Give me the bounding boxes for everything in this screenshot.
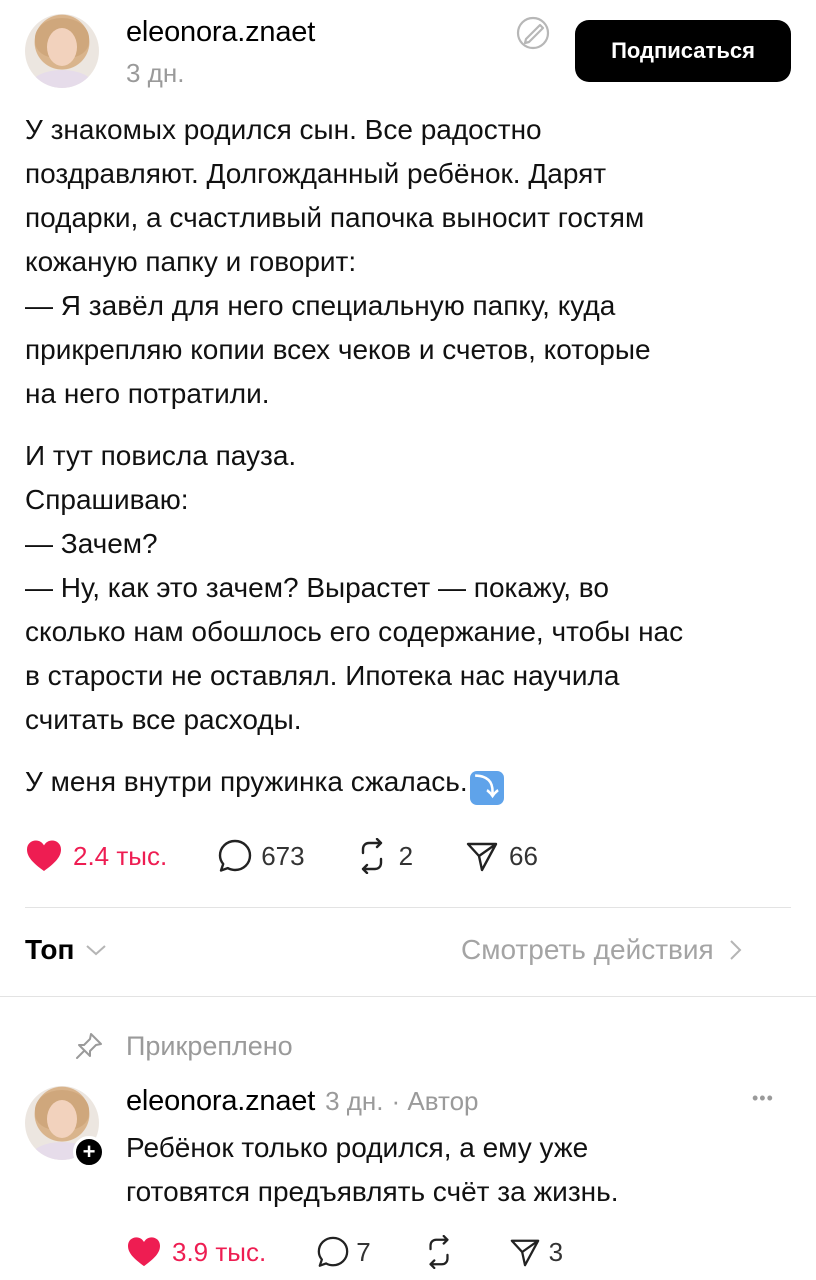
comment-reply-count: 7 — [356, 1236, 371, 1267]
post-paragraph-1: У знакомых родился сын. Все радостно поз… — [25, 114, 651, 409]
comment-like-button[interactable]: 3.9 тыс. — [126, 1236, 266, 1268]
comment-count: 673 — [261, 840, 305, 871]
comment-actions: 3.9 тыс. 7 3 — [126, 1235, 563, 1269]
comment-author-username[interactable]: eleonora.znaet — [126, 1085, 315, 1118]
avatar-face — [47, 28, 77, 66]
view-activity-link[interactable]: Смотреть действия — [461, 934, 746, 966]
comment-bubble-icon — [218, 839, 252, 872]
chevron-down-icon — [86, 945, 107, 956]
more-options-icon[interactable]: ••• — [752, 1088, 774, 1109]
comment-share-button[interactable]: 3 — [509, 1236, 563, 1268]
pin-icon — [76, 1033, 102, 1059]
send-icon — [510, 1239, 539, 1267]
author-username[interactable]: eleonora.znaet — [126, 16, 315, 49]
repost-count: 2 — [398, 840, 414, 871]
comment-time: 3 дн. — [325, 1086, 384, 1116]
comment-share-count: 3 — [548, 1236, 564, 1267]
repost-icon — [429, 1235, 449, 1269]
post-time: 3 дн. — [126, 58, 185, 88]
repost-icon — [361, 838, 382, 874]
avatar-face — [47, 1100, 77, 1138]
like-count: 2.4 тыс. — [73, 840, 168, 871]
post-actions: 2.4 тыс. 673 2 66 — [25, 838, 538, 874]
chevron-right-icon — [730, 940, 742, 960]
avatar-shoulders — [31, 70, 93, 88]
comment-header: eleonora.znaet 3 дн. · Автор — [126, 1085, 479, 1118]
send-icon — [466, 842, 498, 872]
sort-dropdown[interactable]: Топ — [25, 934, 108, 966]
comment-text: Ребёнок только родился, а ему уже готовя… — [126, 1132, 619, 1207]
post-divider — [25, 907, 791, 908]
comment-reply-button[interactable]: 7 — [316, 1235, 371, 1269]
sort-label: Топ — [25, 934, 75, 965]
author-badge: · Автор — [391, 1086, 479, 1116]
arrow-down-emoji-icon: ⤵ — [469, 771, 504, 805]
view-activity-label: Смотреть действия — [461, 934, 714, 965]
repost-button[interactable]: 2 — [355, 838, 413, 874]
heart-filled-icon — [128, 1237, 160, 1267]
heart-filled-icon — [27, 840, 61, 871]
share-count: 66 — [509, 840, 538, 871]
author-avatar[interactable] — [25, 14, 99, 88]
follow-plus-icon[interactable]: + — [73, 1136, 105, 1168]
edited-icon — [516, 16, 550, 50]
comment-repost-button[interactable] — [423, 1235, 455, 1269]
comment-button[interactable]: 673 — [217, 838, 305, 874]
filter-divider — [0, 996, 816, 997]
post-text: У знакомых родился сын. Все радостно поз… — [25, 108, 795, 805]
subscribe-button[interactable]: Подписаться — [575, 20, 791, 82]
like-button[interactable]: 2.4 тыс. — [25, 839, 167, 873]
share-button[interactable]: 66 — [465, 839, 538, 873]
comment-bubble-icon — [317, 1236, 349, 1267]
comment-like-count: 3.9 тыс. — [172, 1236, 267, 1267]
post-paragraph-3: У меня внутри пружинка сжалась. ⤵ — [25, 760, 795, 805]
pinned-label: Прикреплено — [126, 1031, 293, 1061]
post-paragraph-2: И тут повисла пауза. Спрашиваю: — Зачем?… — [25, 440, 684, 735]
